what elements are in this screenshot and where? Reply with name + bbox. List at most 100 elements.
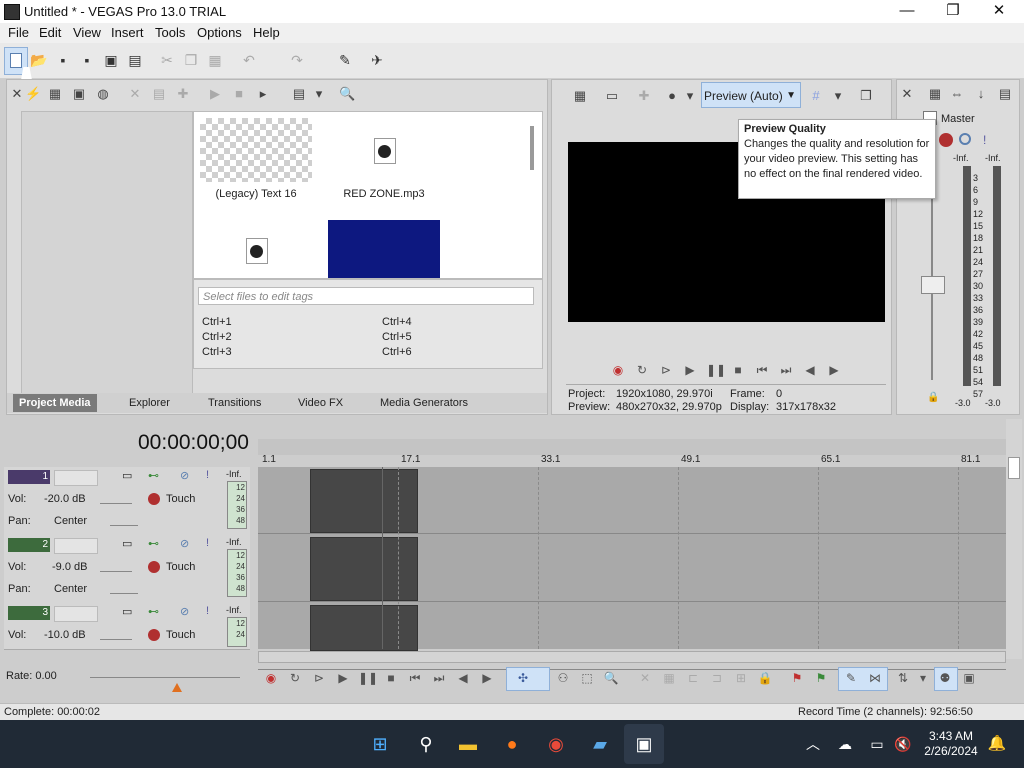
- track-fx-icon[interactable]: ⊷: [148, 537, 159, 550]
- remove-media-icon[interactable]: ✕: [127, 86, 143, 102]
- stop-icon[interactable]: ■: [382, 669, 400, 687]
- media-fx-icon[interactable]: ▤: [151, 86, 167, 102]
- volume-slider[interactable]: [100, 629, 132, 640]
- split-screen-icon[interactable]: ✚: [636, 88, 652, 104]
- track-fx-icon[interactable]: ⊷: [148, 605, 159, 618]
- copy-icon[interactable]: ❐: [182, 51, 200, 69]
- show-hidden-icons-icon[interactable]: ︿: [800, 732, 826, 756]
- media-bins-tree[interactable]: [21, 111, 193, 395]
- lock-icon[interactable]: 🔒: [927, 392, 939, 403]
- notifications-bell-icon[interactable]: 🔔: [984, 732, 1010, 756]
- video-clip[interactable]: [310, 469, 418, 533]
- grid-icon[interactable]: #: [808, 88, 824, 104]
- search-icon[interactable]: ⚲: [413, 732, 439, 756]
- go-to-end-icon[interactable]: ⏭: [778, 362, 794, 378]
- previous-frame-icon[interactable]: ◀: [454, 669, 472, 687]
- stop-preview-icon[interactable]: ■: [231, 86, 247, 102]
- solo-icon[interactable]: !: [983, 133, 986, 147]
- scrollbar-thumb[interactable]: [530, 126, 534, 170]
- close-panel-icon[interactable]: ✕: [899, 86, 915, 102]
- audio-clip[interactable]: [310, 537, 418, 601]
- tag-input[interactable]: Select files to edit tags: [198, 287, 534, 305]
- mute-icon[interactable]: ⊘: [180, 605, 189, 618]
- next-frame-icon[interactable]: ▶: [478, 669, 496, 687]
- tab-video-fx[interactable]: Video FX: [298, 397, 343, 409]
- overlays-dropdown-icon[interactable]: ▾: [682, 88, 698, 104]
- capture-video-icon[interactable]: ▦: [47, 86, 63, 102]
- pan-slider[interactable]: [110, 583, 138, 594]
- record-icon[interactable]: ◉: [262, 669, 280, 687]
- menu-insert[interactable]: Insert: [111, 25, 144, 40]
- enable-snapping-icon[interactable]: ✎: [336, 51, 354, 69]
- paste-icon[interactable]: ▦: [206, 51, 224, 69]
- go-to-start-icon[interactable]: ⏮: [406, 669, 424, 687]
- play-icon[interactable]: ▶: [682, 362, 698, 378]
- preview-quality-dropdown[interactable]: Preview (Auto) ▼: [701, 82, 801, 108]
- search-icon[interactable]: 🔍: [339, 86, 355, 102]
- audio-clip[interactable]: [310, 605, 418, 651]
- external-monitor-icon[interactable]: ▭: [604, 88, 620, 104]
- play-from-start-icon[interactable]: ⊳: [310, 669, 328, 687]
- minimize-button[interactable]: —: [884, 0, 930, 23]
- envelope-tool-icon[interactable]: ⚇: [554, 669, 572, 687]
- volume-slider[interactable]: [100, 561, 132, 572]
- chrome-icon[interactable]: ◉: [543, 732, 569, 756]
- auto-preview-icon[interactable]: ▸: [255, 86, 271, 102]
- mute-icon[interactable]: [959, 133, 971, 145]
- solo-icon[interactable]: !: [206, 537, 209, 549]
- volume-slider[interactable]: [100, 493, 132, 504]
- views-icon[interactable]: ▤: [291, 86, 307, 102]
- media-properties-icon[interactable]: ✚: [175, 86, 191, 102]
- undo-icon[interactable]: ↶: [240, 51, 258, 69]
- close-button[interactable]: ✕: [976, 0, 1022, 23]
- lock-icon[interactable]: 🔒: [756, 669, 774, 687]
- timecode-display[interactable]: 00:00:00;00: [138, 431, 249, 455]
- vertical-scrollbar[interactable]: [1006, 419, 1022, 659]
- menu-help[interactable]: Help: [253, 25, 280, 40]
- save-as-icon[interactable]: ▪: [78, 51, 96, 69]
- solo-icon[interactable]: !: [206, 605, 209, 617]
- track-motion-icon[interactable]: ▭: [122, 605, 132, 618]
- solo-icon[interactable]: !: [206, 469, 209, 481]
- save-icon[interactable]: ▪: [54, 51, 72, 69]
- display-icon[interactable]: ▭: [864, 732, 890, 756]
- file-explorer-icon[interactable]: ▬: [455, 732, 481, 756]
- menu-file[interactable]: File: [8, 25, 29, 40]
- selection-tool-icon[interactable]: ⬚: [578, 669, 596, 687]
- scrollbar-thumb[interactable]: [1008, 457, 1020, 479]
- horizontal-scrollbar[interactable]: [258, 651, 1006, 663]
- track-name-field[interactable]: [54, 470, 98, 486]
- previous-frame-icon[interactable]: ◀: [802, 362, 818, 378]
- rate-slider-marker[interactable]: [172, 683, 182, 692]
- firefox-icon[interactable]: ●: [499, 732, 525, 756]
- grid-dropdown-icon[interactable]: ▾: [830, 88, 846, 104]
- track-name-field[interactable]: [54, 538, 98, 554]
- copy-snapshot-icon[interactable]: ❐: [858, 88, 874, 104]
- maximize-button[interactable]: ❐: [930, 0, 976, 23]
- automation-gear-icon[interactable]: [148, 629, 160, 641]
- get-media-web-icon[interactable]: ◍: [95, 86, 111, 102]
- video-thumbnail[interactable]: [328, 220, 440, 278]
- whats-this-help-icon[interactable]: ✈: [368, 51, 386, 69]
- stop-icon[interactable]: ■: [730, 362, 746, 378]
- track-name-field[interactable]: [54, 606, 98, 622]
- loop-playback-icon[interactable]: ↻: [286, 669, 304, 687]
- trim-icon[interactable]: ▦: [660, 669, 678, 687]
- overlays-icon[interactable]: ●: [664, 88, 680, 104]
- track-header-2[interactable]: 2 ▭ ⊷ ⊘ ! -Inf. Vol: -9.0 dB Touch Pan: …: [4, 535, 250, 604]
- delete-icon[interactable]: ✕: [636, 669, 654, 687]
- audio-file-icon[interactable]: [374, 138, 396, 164]
- pause-icon[interactable]: ❚❚: [358, 669, 378, 687]
- insert-region-icon[interactable]: ⚑: [812, 669, 830, 687]
- loop-playback-icon[interactable]: ↻: [634, 362, 650, 378]
- properties-icon[interactable]: ▤: [126, 51, 144, 69]
- play-preview-icon[interactable]: ▶: [207, 86, 223, 102]
- play-icon[interactable]: ▶: [334, 669, 352, 687]
- master-fx-gear-icon[interactable]: [939, 133, 953, 147]
- split-icon[interactable]: ⊞: [732, 669, 750, 687]
- video-output-fx-icon[interactable]: ▦: [572, 88, 588, 104]
- automation-gear-icon[interactable]: [148, 561, 160, 573]
- views-dropdown-icon[interactable]: ▾: [311, 86, 327, 102]
- tab-transitions[interactable]: Transitions: [208, 397, 261, 409]
- tab-explorer[interactable]: Explorer: [129, 397, 170, 409]
